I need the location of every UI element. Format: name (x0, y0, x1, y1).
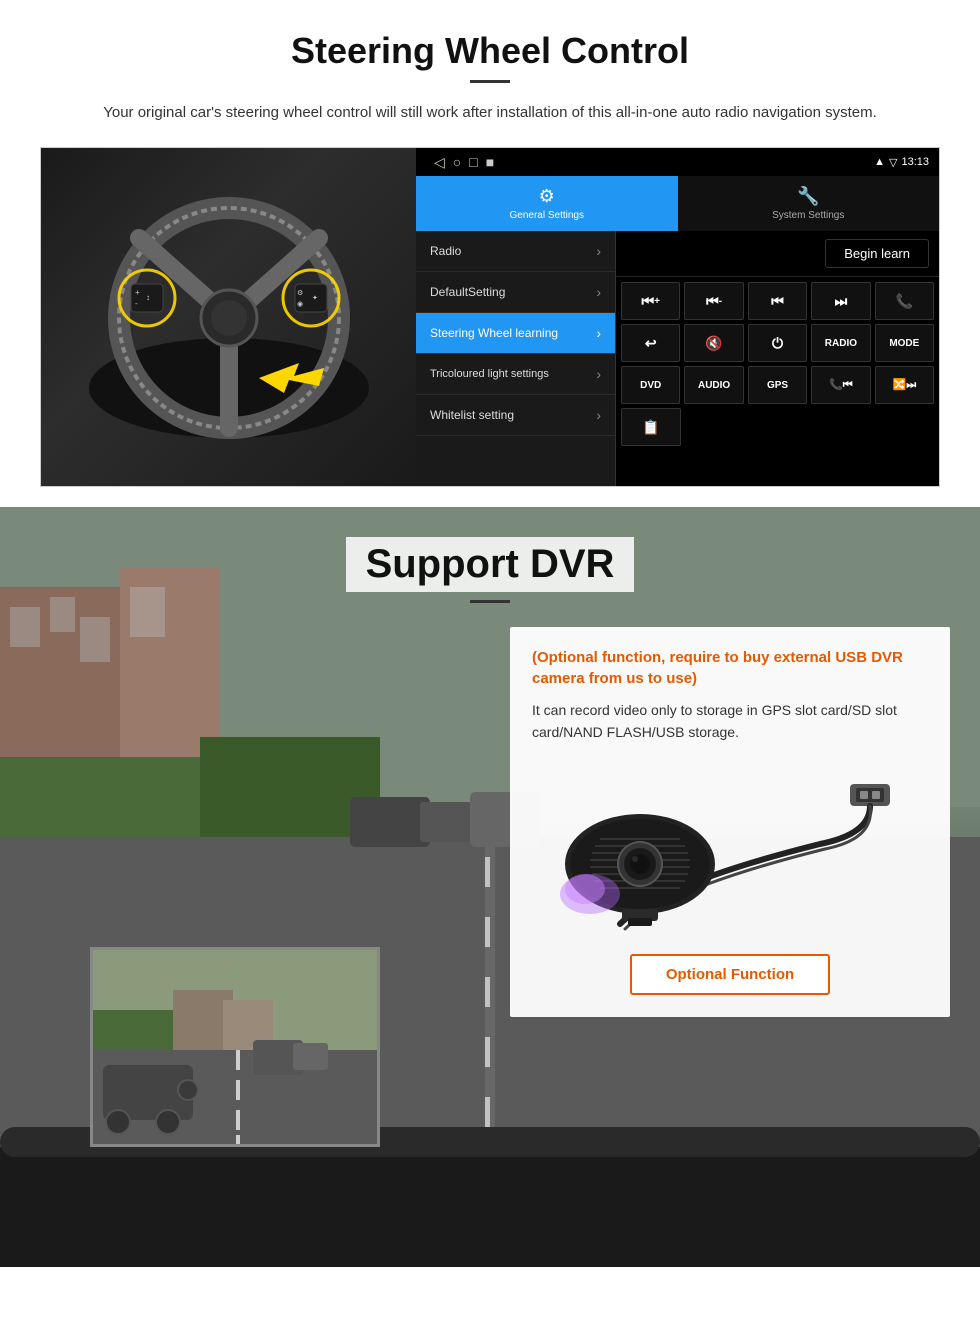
dvr-title: Support DVR (346, 537, 635, 592)
dvr-optional-text: (Optional function, require to buy exter… (532, 647, 928, 689)
tab-general-settings[interactable]: ⚙ General Settings (416, 176, 678, 231)
ctrl-mode[interactable]: MODE (875, 324, 934, 362)
dvr-description: It can record video only to storage in G… (532, 699, 928, 744)
tab-system-settings[interactable]: 🔧 System Settings (678, 176, 940, 231)
recents-icon: □ (469, 154, 477, 171)
svg-text:+: + (135, 288, 140, 297)
steering-photo: + - ↕ ⚙ ◉ ✦ (41, 148, 416, 487)
menu-steering-label: Steering Wheel learning (430, 326, 558, 340)
menu-item-whitelist[interactable]: Whitelist setting › (416, 395, 615, 436)
steering-wheel-image: + - ↕ ⚙ ◉ ✦ (79, 188, 379, 448)
svg-text:-: - (135, 299, 138, 308)
signal-icon: ▲ (874, 156, 885, 168)
dvr-title-area: Support DVR (0, 507, 980, 618)
ctrl-shuffle-next[interactable]: 🔀⏭ (875, 366, 934, 404)
android-ui: ◁ ○ □ ■ ▲ ▽ 13:13 ⚙ General Settings (416, 148, 939, 486)
controls-row-3: DVD AUDIO GPS 📞⏮ 🔀⏭ (621, 366, 934, 404)
android-statusbar: ◁ ○ □ ■ ▲ ▽ 13:13 (416, 148, 939, 176)
ctrl-gps[interactable]: GPS (748, 366, 807, 404)
svg-text:◉: ◉ (297, 301, 303, 308)
menu-tricolour-label: Tricoloured light settings (430, 368, 549, 380)
menu-default-arrow: › (596, 284, 601, 300)
ctrl-vol-up[interactable]: ⏮+ (621, 282, 680, 320)
dvr-info-box: (Optional function, require to buy exter… (510, 627, 950, 1017)
svg-text:⚙: ⚙ (297, 289, 303, 297)
statusbar-status: ▲ ▽ 13:13 (874, 156, 929, 169)
tab-general-label: General Settings (510, 210, 585, 221)
android-tabs: ⚙ General Settings 🔧 System Settings (416, 176, 939, 231)
menu-whitelist-arrow: › (596, 407, 601, 423)
controls-row-4: 📋 (621, 408, 934, 446)
controls-row-2: ↩ 🔇 ⏻ RADIO MODE (621, 324, 934, 362)
android-content: Radio › DefaultSetting › Steering Wheel … (416, 231, 939, 486)
ctrl-phone-prev[interactable]: 📞⏮ (811, 366, 870, 404)
dvr-camera-svg (540, 764, 920, 934)
ctrl-dvd[interactable]: DVD (621, 366, 680, 404)
menu-item-tricolour[interactable]: Tricoloured light settings › (416, 354, 615, 395)
ctrl-back[interactable]: ↩ (621, 324, 680, 362)
settings-icon: ⚙ (539, 186, 555, 207)
menu-item-steering[interactable]: Steering Wheel learning › (416, 313, 615, 354)
steering-subtitle: Your original car's steering wheel contr… (80, 101, 900, 125)
menu-item-default[interactable]: DefaultSetting › (416, 272, 615, 313)
steering-demo: + - ↕ ⚙ ◉ ✦ ◁ ○ □ ■ (40, 147, 940, 487)
android-menu: Radio › DefaultSetting › Steering Wheel … (416, 231, 616, 486)
dvr-inset-preview (90, 947, 380, 1147)
home-icon: ○ (453, 154, 461, 171)
menu-item-radio[interactable]: Radio › (416, 231, 615, 272)
menu-icon: ■ (486, 154, 494, 171)
page-title: Steering Wheel Control (40, 30, 940, 72)
menu-whitelist-label: Whitelist setting (430, 408, 514, 422)
menu-default-label: DefaultSetting (430, 285, 505, 299)
android-right-panel: Begin learn ⏮+ ⏮- ⏮ ⏭ 📞 ↩ (616, 231, 939, 486)
ctrl-prev[interactable]: ⏮ (748, 282, 807, 320)
system-icon: 🔧 (797, 186, 819, 207)
back-icon: ◁ (434, 154, 445, 171)
ctrl-phone[interactable]: 📞 (875, 282, 934, 320)
dvr-camera-illustration (532, 759, 928, 939)
ctrl-power[interactable]: ⏻ (748, 324, 807, 362)
wifi-icon: ▽ (889, 156, 897, 169)
menu-tricolour-arrow: › (596, 366, 601, 382)
statusbar-nav: ◁ ○ □ ■ (426, 154, 869, 171)
controls-row-1: ⏮+ ⏮- ⏮ ⏭ 📞 (621, 282, 934, 320)
ctrl-radio[interactable]: RADIO (811, 324, 870, 362)
steering-section: Steering Wheel Control Your original car… (0, 0, 980, 507)
menu-radio-label: Radio (430, 244, 461, 258)
begin-learn-row: Begin learn (616, 231, 939, 277)
dvr-section: Support DVR (Optional function, require … (0, 507, 980, 1267)
dvr-inset-svg (93, 950, 380, 1147)
controls-grid: ⏮+ ⏮- ⏮ ⏭ 📞 ↩ 🔇 ⏻ RADIO MODE (616, 277, 939, 451)
ctrl-mute[interactable]: 🔇 (684, 324, 743, 362)
svg-text:✦: ✦ (312, 294, 318, 302)
ctrl-document[interactable]: 📋 (621, 408, 681, 446)
menu-steering-arrow: › (596, 325, 601, 341)
optional-function-button[interactable]: Optional Function (630, 954, 830, 995)
dvr-divider (470, 600, 510, 603)
svg-text:↕: ↕ (146, 293, 150, 302)
ctrl-vol-down[interactable]: ⏮- (684, 282, 743, 320)
ctrl-audio[interactable]: AUDIO (684, 366, 743, 404)
menu-radio-arrow: › (596, 243, 601, 259)
status-time: 13:13 (901, 156, 929, 168)
title-divider (470, 80, 510, 83)
ctrl-next[interactable]: ⏭ (811, 282, 870, 320)
tab-system-label: System Settings (772, 210, 844, 221)
begin-learn-button[interactable]: Begin learn (825, 239, 929, 268)
